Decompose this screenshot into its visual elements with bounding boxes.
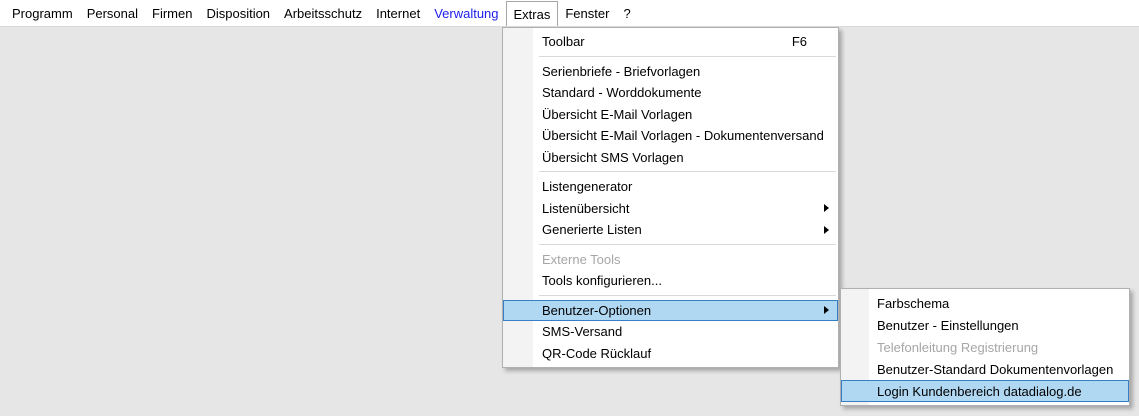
menubar-item-disposition[interactable]: Disposition xyxy=(199,1,277,25)
menu-item-shortcut: F6 xyxy=(792,34,807,49)
extras-dropdown-menu: Toolbar F6 Serienbriefe - Briefvorlagen Sta… xyxy=(502,27,839,368)
menu-item-generierte-listen[interactable]: Generierte Listen xyxy=(503,219,838,241)
menu-item-farbschema[interactable]: Farbschema xyxy=(841,292,1129,314)
menu-item-label: Übersicht E-Mail Vorlagen xyxy=(542,107,827,122)
menubar-item-9[interactable]: ? xyxy=(616,1,637,25)
menu-item-label: SMS-Versand xyxy=(542,324,827,339)
menubar-item-verwaltung[interactable]: Verwaltung xyxy=(427,1,505,25)
menu-item-login-kundenbereich-datadialog-de[interactable]: Login Kundenbereich datadialog.de xyxy=(841,380,1129,402)
menu-item-sms-versand[interactable]: SMS-Versand xyxy=(503,321,838,343)
menu-item-tools-konfigurieren[interactable]: Tools konfigurieren... xyxy=(503,270,838,292)
menu-separator xyxy=(539,244,836,245)
menu-item-label: Benutzer - Einstellungen xyxy=(877,318,1118,333)
menu-item-label: Listenübersicht xyxy=(542,201,827,216)
menu-item-label: Tools konfigurieren... xyxy=(542,273,827,288)
menu-separator xyxy=(539,171,836,172)
menu-item-label: Benutzer-Optionen xyxy=(542,303,827,318)
menubar: ProgrammPersonalFirmenDispositionArbeits… xyxy=(0,0,1139,27)
menubar-item-extras[interactable]: Extras xyxy=(506,1,559,26)
menu-item-benutzer-optionen[interactable]: Benutzer-Optionen xyxy=(503,300,838,322)
menubar-item-internet[interactable]: Internet xyxy=(369,1,427,25)
menu-item-externe-tools: Externe Tools xyxy=(503,249,838,271)
menu-separator xyxy=(539,56,836,57)
menu-item-label: Übersicht E-Mail Vorlagen - Dokumentenve… xyxy=(542,128,827,143)
menu-item-ubersicht-sms-vorlagen[interactable]: Übersicht SMS Vorlagen xyxy=(503,147,838,169)
menu-item-telefonleitung-registrierung: Telefonleitung Registrierung xyxy=(841,336,1129,358)
menu-item-benutzer-einstellungen[interactable]: Benutzer - Einstellungen xyxy=(841,314,1129,336)
submenu-arrow-icon xyxy=(824,226,829,234)
menu-item-label: Listengenerator xyxy=(542,179,827,194)
menu-item-qr-code-rucklauf[interactable]: QR-Code Rücklauf xyxy=(503,343,838,365)
menubar-item-programm[interactable]: Programm xyxy=(5,1,80,25)
menu-item-listengenerator[interactable]: Listengenerator xyxy=(503,176,838,198)
menu-item-label: Benutzer-Standard Dokumentenvorlagen xyxy=(877,362,1118,377)
menubar-item-arbeitsschutz[interactable]: Arbeitsschutz xyxy=(277,1,369,25)
menu-item-label: Login Kundenbereich datadialog.de xyxy=(877,384,1118,399)
submenu-arrow-icon xyxy=(824,306,829,314)
menubar-item-personal[interactable]: Personal xyxy=(80,1,145,25)
menu-item-label: Toolbar xyxy=(542,34,780,49)
submenu-arrow-icon xyxy=(824,204,829,212)
menu-item-label: Übersicht SMS Vorlagen xyxy=(542,150,827,165)
benutzer-optionen-submenu: Farbschema Benutzer - Einstellungen Telefo… xyxy=(840,288,1130,406)
menu-item-label: Serienbriefe - Briefvorlagen xyxy=(542,64,827,79)
menubar-item-firmen[interactable]: Firmen xyxy=(145,1,199,25)
menu-item-listenubersicht[interactable]: Listenübersicht xyxy=(503,198,838,220)
menu-item-toolbar[interactable]: Toolbar F6 xyxy=(503,31,838,53)
menu-item-label: Generierte Listen xyxy=(542,222,827,237)
menu-item-label: Farbschema xyxy=(877,296,1118,311)
menu-item-label: Standard - Worddokumente xyxy=(542,85,827,100)
menu-separator xyxy=(539,295,836,296)
menu-item-benutzer-standard-dokumentenvorlagen[interactable]: Benutzer-Standard Dokumentenvorlagen xyxy=(841,358,1129,380)
menu-item-ubersicht-e-mail-vorlagen-dokumentenversand[interactable]: Übersicht E-Mail Vorlagen - Dokumentenve… xyxy=(503,125,838,147)
menu-item-ubersicht-e-mail-vorlagen[interactable]: Übersicht E-Mail Vorlagen xyxy=(503,104,838,126)
menu-item-label: QR-Code Rücklauf xyxy=(542,346,827,361)
menu-item-label: Telefonleitung Registrierung xyxy=(877,340,1118,355)
menu-item-serienbriefe-briefvorlagen[interactable]: Serienbriefe - Briefvorlagen xyxy=(503,61,838,83)
menu-item-standard-worddokumente[interactable]: Standard - Worddokumente xyxy=(503,82,838,104)
menu-item-label: Externe Tools xyxy=(542,252,827,267)
menubar-item-fenster[interactable]: Fenster xyxy=(558,1,616,25)
